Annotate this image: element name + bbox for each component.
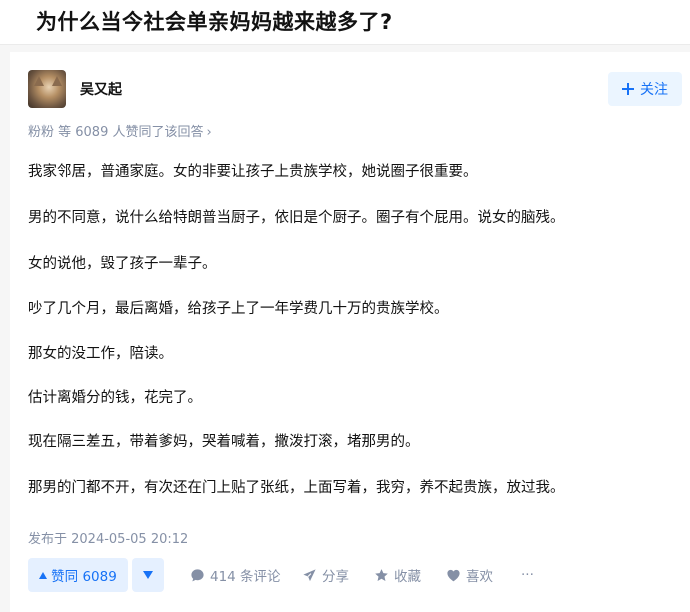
favorite-label: 收藏 [394,569,421,585]
like-label: 喜欢 [466,569,493,585]
triangle-down-icon [143,571,153,579]
comments-button[interactable]: 414 条评论 [190,558,281,592]
plus-icon [622,83,634,95]
vote-up-label: 赞同 6089 [51,569,117,585]
favorite-button[interactable]: 收藏 [374,558,421,592]
paragraph: 男的不同意，说什么给特朗普当厨子，依旧是个厨子。圈子有个屁用。说女的脑残。 [28,210,565,226]
publish-time[interactable]: 发布于 2024-05-05 20:12 [28,528,188,547]
follow-label: 关注 [640,82,668,98]
star-icon [374,568,389,583]
action-bar: 赞同 6089 414 条评论 分享 收藏 喜欢 ··· [28,558,678,592]
share-button[interactable]: 分享 [302,558,349,592]
author-name[interactable]: 吴又起 [80,79,122,99]
comment-icon [190,568,205,583]
chevron-right-icon: › [206,125,212,140]
follow-button[interactable]: 关注 [608,72,682,106]
paragraph: 现在隔三差五，带着爹妈，哭着喊着，撒泼打滚，堵那男的。 [28,434,420,450]
paragraph: 我家邻居，普通家庭。女的非要让孩子上贵族学校，她说圈子很重要。 [28,164,478,180]
paragraph: 那男的门都不开，有次还在门上贴了张纸，上面写着，我穷，养不起贵族，放过我。 [28,480,565,496]
paragraph: 女的说他，毁了孩子一辈子。 [28,256,217,272]
voters-summary[interactable]: 粉粉 等 6089 人赞同了该回答 › [28,121,212,140]
share-icon [302,568,317,583]
paragraph: 吵了几个月，最后离婚，给孩子上了一年学费几十万的贵族学校。 [28,301,449,317]
triangle-up-icon [39,571,48,579]
question-title[interactable]: 为什么当今社会单亲妈妈越来越多了? [36,6,393,36]
like-button[interactable]: 喜欢 [446,558,493,592]
comments-label: 414 条评论 [210,569,281,585]
vote-up-button[interactable]: 赞同 6089 [28,558,128,592]
share-label: 分享 [322,569,349,585]
question-header: 为什么当今社会单亲妈妈越来越多了? [0,0,690,45]
answer-card: 吴又起 关注 粉粉 等 6089 人赞同了该回答 › 我家邻居，普通家庭。女的非要… [10,52,690,612]
vote-down-button[interactable] [132,558,164,592]
paragraph: 那女的没工作，陪读。 [28,346,173,362]
voters-text: 粉粉 等 6089 人赞同了该回答 [28,125,204,140]
heart-icon [446,568,461,583]
more-button[interactable]: ··· [521,558,534,592]
author-avatar[interactable] [28,70,66,108]
paragraph: 估计离婚分的钱，花完了。 [28,390,202,406]
more-icon: ··· [521,567,534,583]
